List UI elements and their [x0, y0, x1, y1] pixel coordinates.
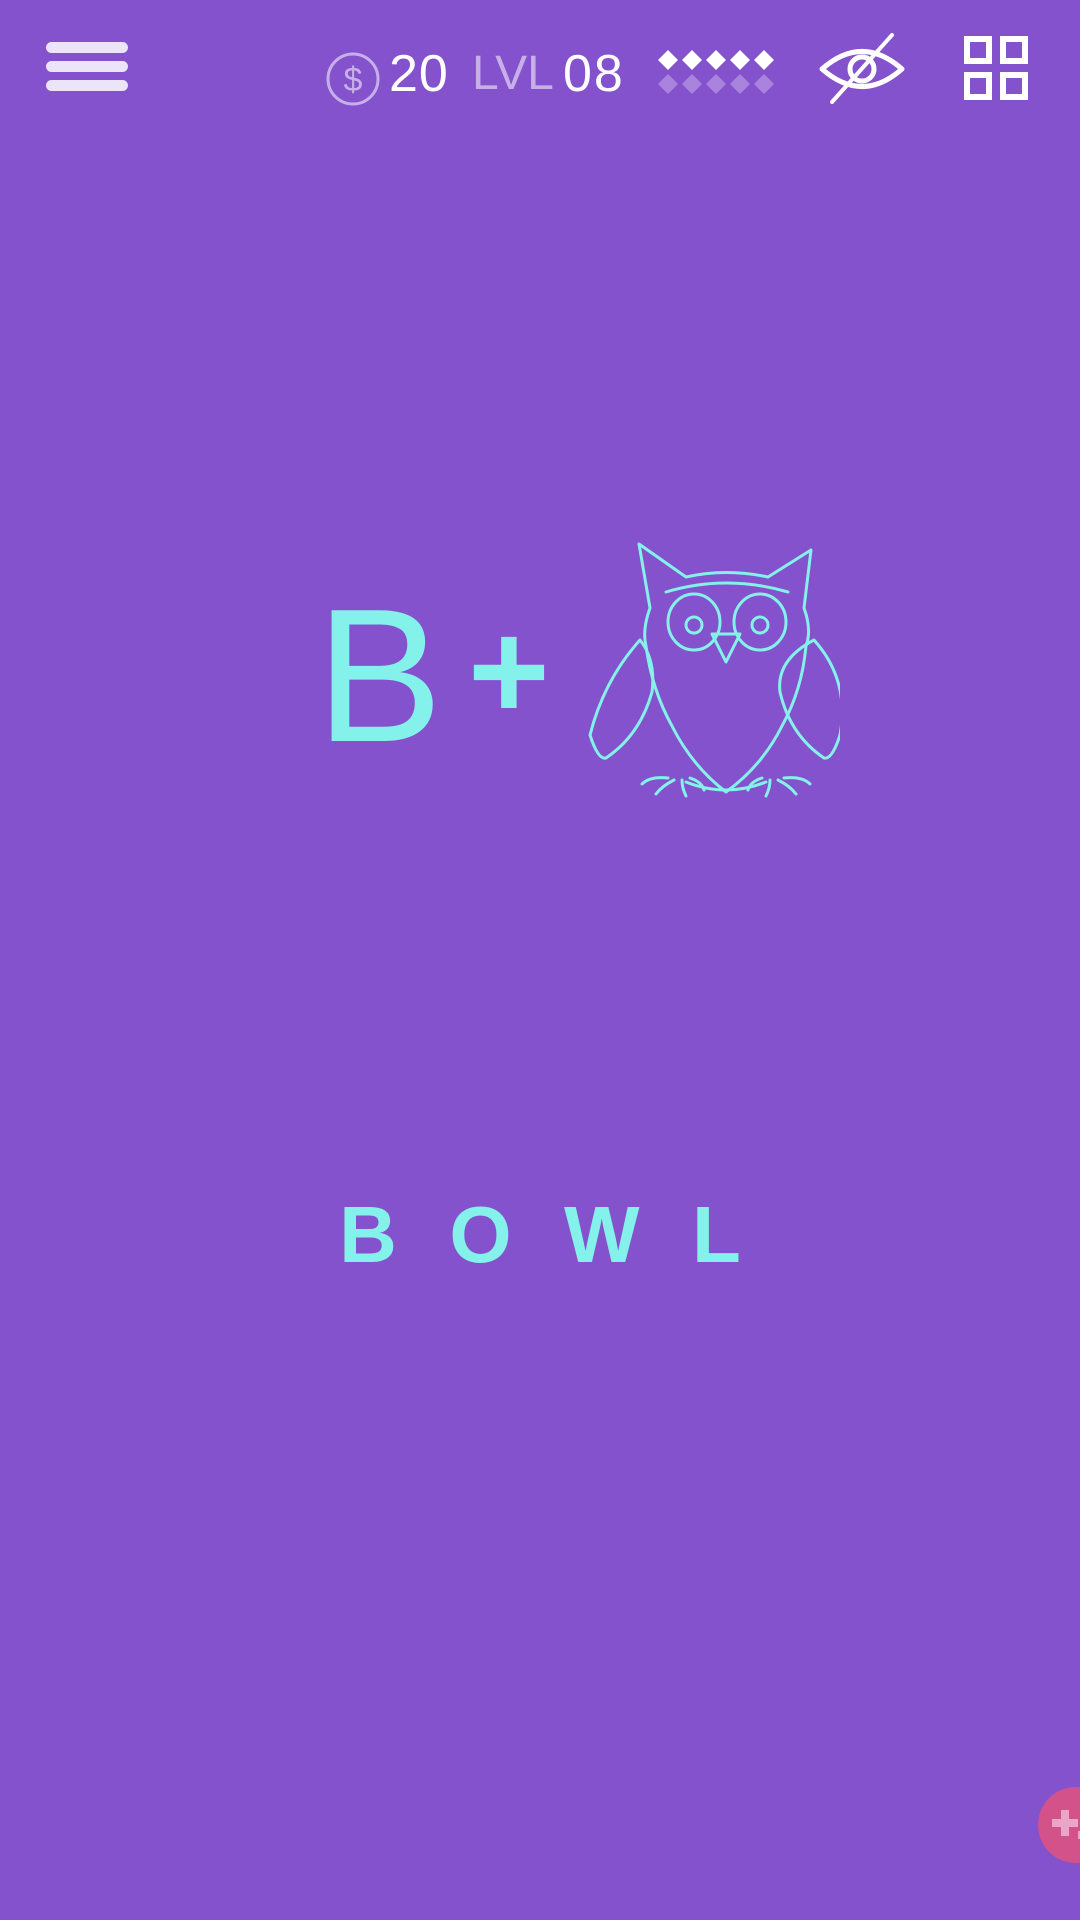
game-screen: $ 20 LVL 08 B + B O W L	[0, 0, 1080, 1920]
plus-sparkle-icon	[1052, 1810, 1080, 1839]
answer-letter[interactable]: L	[692, 1190, 741, 1280]
eye-slash-icon[interactable]	[818, 30, 906, 108]
answer-letter[interactable]: W	[564, 1190, 640, 1280]
hamburger-line	[46, 80, 128, 91]
puzzle-letter: B	[316, 570, 443, 782]
progress-diamond	[730, 50, 750, 70]
answer-word: B O W L	[0, 1190, 1080, 1280]
level-number: 08	[563, 45, 625, 103]
answer-letter[interactable]: O	[449, 1190, 511, 1280]
hamburger-menu-icon	[46, 42, 128, 53]
plus-sign: +	[468, 592, 550, 749]
progress-diamond	[682, 74, 702, 94]
grid-icon[interactable]	[963, 35, 1029, 101]
svg-text:$: $	[344, 61, 363, 99]
hamburger-line	[46, 61, 128, 72]
coins-count: 20	[389, 45, 449, 103]
progress-diamond	[682, 50, 702, 70]
dollar-coin-icon: $	[326, 52, 380, 106]
hint-button[interactable]	[1038, 1787, 1080, 1863]
level-label: LVL	[472, 47, 554, 100]
progress-diamond	[754, 50, 774, 70]
rebus-puzzle: B +	[300, 530, 840, 810]
diamond-progress-icon	[658, 50, 774, 94]
progress-diamond	[730, 74, 750, 94]
owl-icon	[588, 542, 840, 798]
progress-diamond	[706, 50, 726, 70]
progress-diamond	[658, 50, 678, 70]
progress-diamond	[706, 74, 726, 94]
answer-letter[interactable]: B	[339, 1190, 397, 1280]
progress-diamond	[658, 74, 678, 94]
top-bar: $ 20 LVL 08	[0, 0, 1080, 150]
menu-button[interactable]	[46, 36, 128, 96]
progress-diamond	[754, 74, 774, 94]
